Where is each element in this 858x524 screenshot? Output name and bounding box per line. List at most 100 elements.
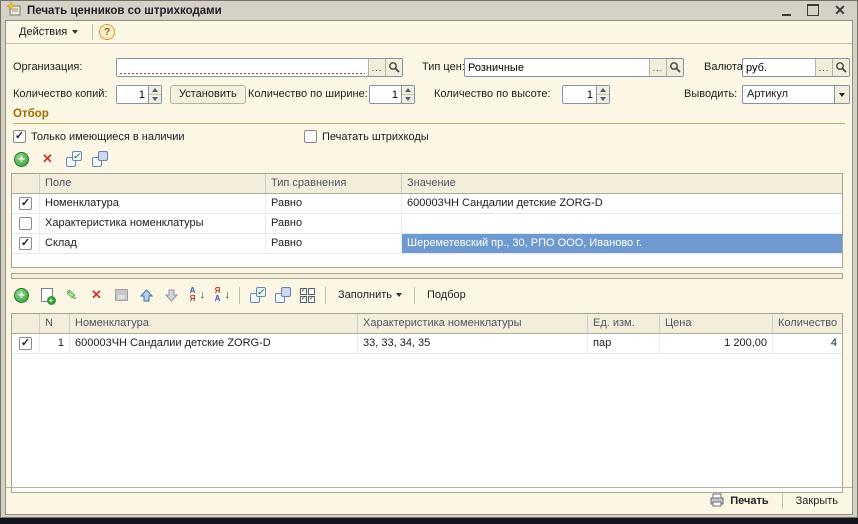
move-up-icon[interactable] <box>138 287 155 304</box>
filter-cell-value[interactable] <box>402 214 842 233</box>
item-cell-unit[interactable]: пар <box>588 334 660 353</box>
minimize-button[interactable] <box>779 4 793 18</box>
filter-add-icon[interactable]: + <box>13 151 30 168</box>
items-col-price[interactable]: Цена <box>660 314 773 333</box>
splitter-handle[interactable] <box>11 273 843 279</box>
items-delete-icon[interactable]: ✕ <box>88 287 105 304</box>
screen: Печать ценников со штрихкодами ✕ Действи… <box>0 0 858 524</box>
per-height-spin-down[interactable] <box>597 95 609 103</box>
items-col-characteristic[interactable]: Характеристика номенклатуры <box>358 314 588 333</box>
pick-button[interactable]: Подбор <box>424 287 469 303</box>
items-col-nomenclature[interactable]: Номенклатура <box>70 314 358 333</box>
filter-cell-comparison[interactable]: Равно <box>266 214 402 233</box>
sort-asc-icon[interactable]: АЯ↓ <box>188 287 205 304</box>
item-cell-quantity[interactable]: 4 <box>773 334 842 353</box>
filter-row-checkbox[interactable] <box>19 237 32 250</box>
toggle-marks-icon[interactable]: ✓✓✓ <box>299 287 316 304</box>
filter-col-comparison[interactable]: Тип сравнения <box>266 174 402 193</box>
fill-menu-button[interactable]: Заполнить <box>335 287 405 303</box>
items-add-icon[interactable]: + <box>13 287 30 304</box>
maximize-button[interactable] <box>806 4 820 18</box>
items-col-unit[interactable]: Ед. изм. <box>588 314 660 333</box>
output-dropdown-arrow-icon[interactable] <box>834 86 849 103</box>
currency-ellipsis-button[interactable]: ... <box>815 59 832 76</box>
items-check-all-icon[interactable] <box>249 287 266 304</box>
per-width-spin-down[interactable] <box>402 95 414 103</box>
filter-check-all-icon[interactable] <box>65 151 82 168</box>
filter-row[interactable]: Склад Равно Шереметевский пр., 30, РПО О… <box>12 234 842 254</box>
items-end-edit-icon <box>113 287 130 304</box>
price-type-input[interactable] <box>465 59 649 76</box>
filter-col-value[interactable]: Значение <box>402 174 842 193</box>
per-height-input[interactable] <box>563 86 596 103</box>
filter-cell-field[interactable]: Номенклатура <box>40 194 266 213</box>
filter-col-checkbox <box>12 174 40 193</box>
per-width-input[interactable] <box>370 86 401 103</box>
per-height-label: Количество по высоте: <box>434 85 551 104</box>
filter-cell-value[interactable]: 600003ЧН Сандалии детские ZORG-D <box>402 194 842 213</box>
per-height-spin-up[interactable] <box>597 86 609 95</box>
item-cell-characteristic[interactable]: 33, 33, 34, 35 <box>358 334 588 353</box>
table-row[interactable]: 1 600003ЧН Сандалии детские ZORG-D 33, 3… <box>12 334 842 354</box>
item-row-checkbox[interactable] <box>19 337 32 350</box>
print-button-label: Печать <box>730 495 768 507</box>
currency-search-icon[interactable] <box>832 59 849 76</box>
filter-cell-field[interactable]: Характеристика номенклатуры <box>40 214 266 233</box>
move-down-icon[interactable] <box>163 287 180 304</box>
filter-uncheck-all-icon[interactable] <box>91 151 108 168</box>
print-button[interactable]: Печать <box>705 491 772 512</box>
copies-spin-up[interactable] <box>149 86 161 95</box>
items-copy-icon[interactable]: + <box>38 287 55 304</box>
organization-ellipsis-button[interactable]: ... <box>368 59 385 76</box>
item-cell-nomenclature[interactable]: 600003ЧН Сандалии детские ZORG-D <box>70 334 358 353</box>
organization-input[interactable] <box>117 59 368 76</box>
filter-section-header: Отбор <box>13 108 845 124</box>
items-col-n[interactable]: N <box>40 314 70 333</box>
filter-delete-icon[interactable]: ✕ <box>39 151 56 168</box>
items-toolbar: + + ✎ ✕ АЯ↓ ЯА↓ ✓✓✓ Заполнить <box>13 284 469 306</box>
filter-row-checkbox[interactable] <box>19 217 32 230</box>
organization-search-icon[interactable] <box>385 59 402 76</box>
price-type-ellipsis-button[interactable]: ... <box>649 59 666 76</box>
filter-row[interactable]: Характеристика номенклатуры Равно <box>12 214 842 234</box>
per-width-spin-up[interactable] <box>402 86 414 95</box>
print-barcodes-checkbox[interactable] <box>304 130 317 143</box>
filter-cell-value[interactable]: Шереметевский пр., 30, РПО ООО, Иваново … <box>402 234 842 253</box>
filter-table-header[interactable]: Поле Тип сравнения Значение <box>12 174 842 194</box>
sort-desc-icon[interactable]: ЯА↓ <box>213 287 230 304</box>
items-table-empty-area[interactable] <box>12 354 842 492</box>
app-window: Печать ценников со штрихкодами ✕ Действи… <box>0 0 858 518</box>
help-button[interactable]: ? <box>99 24 115 40</box>
separator <box>414 287 415 304</box>
set-button[interactable]: Установить <box>170 85 246 104</box>
filter-row-checkbox[interactable] <box>19 197 32 210</box>
price-type-search-icon[interactable] <box>666 59 683 76</box>
output-dropdown[interactable]: Артикул <box>742 85 850 104</box>
item-cell-n[interactable]: 1 <box>40 334 70 353</box>
items-edit-icon[interactable]: ✎ <box>63 287 80 304</box>
filter-cell-field[interactable]: Склад <box>40 234 266 253</box>
filter-col-field[interactable]: Поле <box>40 174 266 193</box>
output-label: Выводить: <box>684 85 737 104</box>
filter-row[interactable]: Номенклатура Равно 600003ЧН Сандалии дет… <box>12 194 842 214</box>
filter-table-empty-area[interactable] <box>12 254 842 267</box>
only-available-checkbox[interactable] <box>13 130 26 143</box>
copies-label: Количество копий: <box>13 85 107 104</box>
chevron-down-icon <box>72 30 78 34</box>
items-uncheck-all-icon[interactable] <box>274 287 291 304</box>
item-cell-price[interactable]: 1 200,00 <box>660 334 773 353</box>
print-barcodes-option[interactable]: Печатать штрихкоды <box>304 129 429 144</box>
only-available-option[interactable]: Только имеющиеся в наличии <box>13 129 185 144</box>
copies-spin-down[interactable] <box>149 95 161 103</box>
close-form-button[interactable]: Закрыть <box>792 493 842 509</box>
items-table: N Номенклатура Характеристика номенклату… <box>11 313 843 493</box>
copies-input[interactable] <box>117 86 148 103</box>
actions-menu-button[interactable]: Действия <box>11 22 86 42</box>
close-button[interactable]: ✕ <box>833 4 847 18</box>
filter-cell-comparison[interactable]: Равно <box>266 234 402 253</box>
titlebar[interactable]: Печать ценников со штрихкодами ✕ <box>1 1 857 20</box>
items-col-quantity[interactable]: Количество <box>773 314 842 333</box>
filter-cell-comparison[interactable]: Равно <box>266 194 402 213</box>
items-table-header[interactable]: N Номенклатура Характеристика номенклату… <box>12 314 842 334</box>
currency-input[interactable] <box>743 59 815 76</box>
